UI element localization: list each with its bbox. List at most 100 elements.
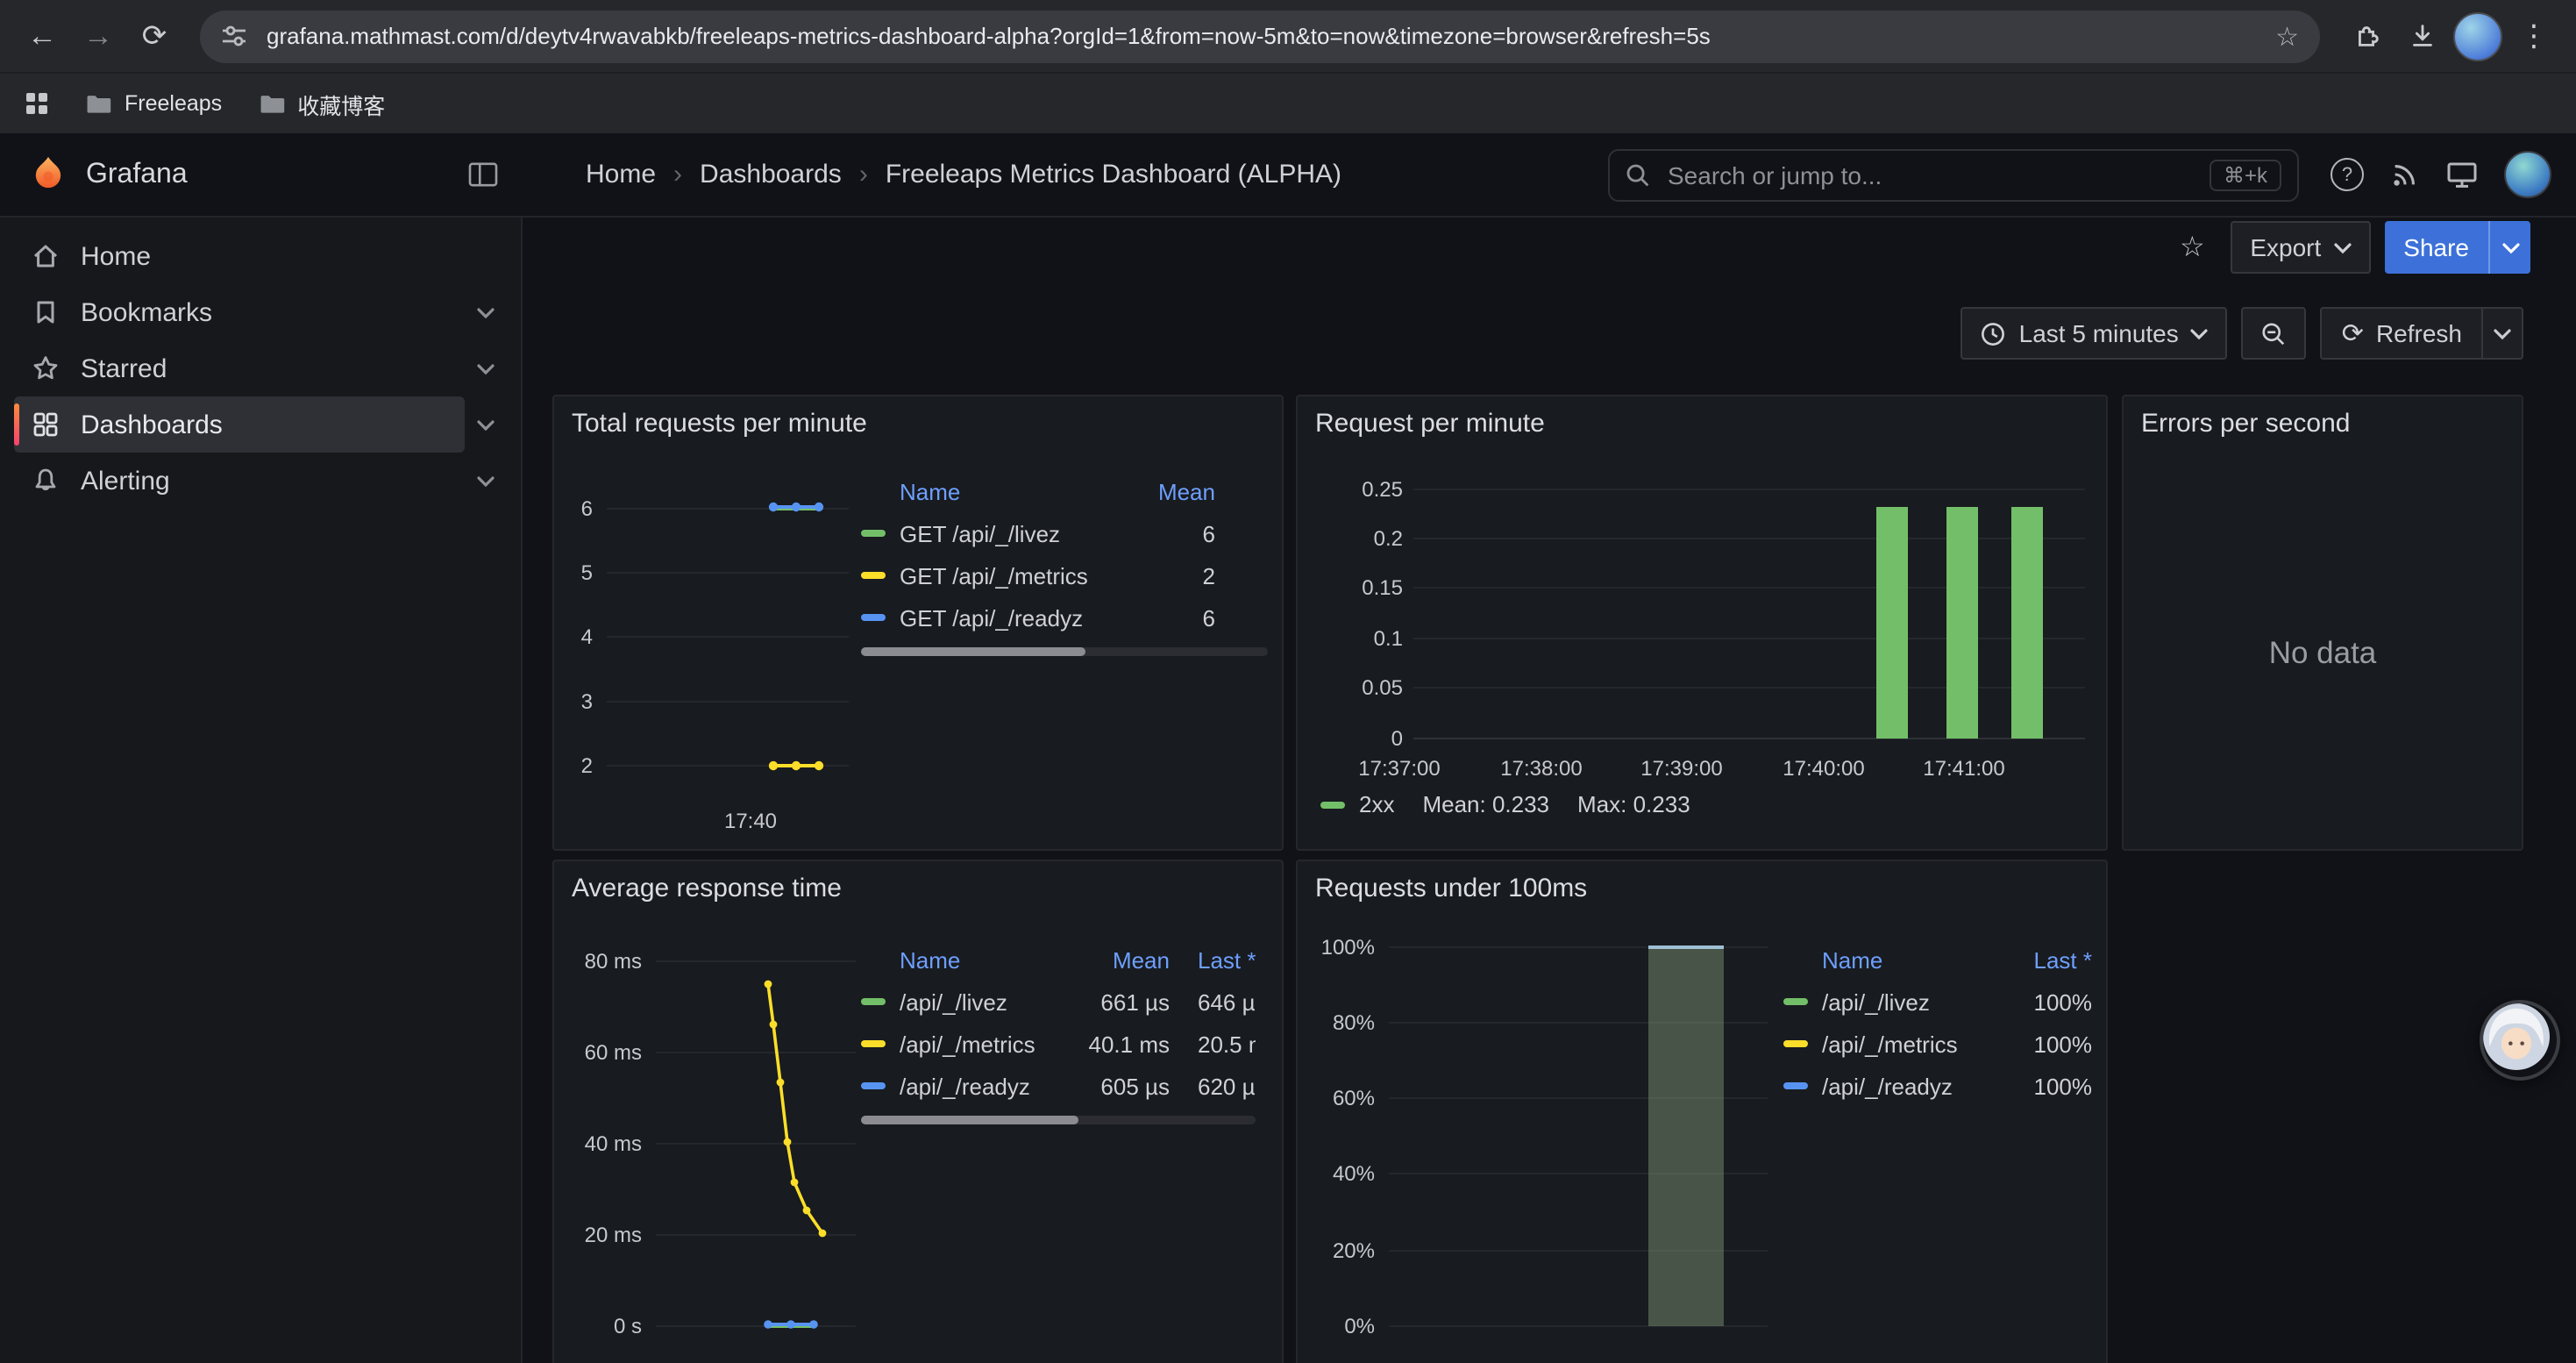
time-controls: Last 5 minutes ⟳ Refresh [1961,307,2523,360]
legend-header-name[interactable]: Name [900,946,1068,973]
legend-header-name[interactable]: Name [900,478,1110,504]
refresh-button[interactable]: ⟳ Refresh [2321,307,2481,360]
svg-text:60 ms: 60 ms [585,1041,642,1065]
refresh-interval-button[interactable] [2481,307,2523,360]
scrollbar-thumb[interactable] [861,647,1085,656]
zoom-out-button[interactable] [2242,307,2307,360]
legend-row[interactable]: GET /api/_/livez 6 [861,512,1215,554]
reload-icon[interactable]: ⟳ [130,11,179,61]
bookmark-star-icon[interactable]: ☆ [2275,20,2299,52]
user-avatar[interactable] [2504,151,2551,198]
breadcrumb-dashboards[interactable]: Dashboards [700,160,842,189]
sidebar-item-label: Bookmarks [81,297,212,327]
back-icon[interactable]: ← [18,11,67,61]
legend-row[interactable]: /api/_/readyz 605 µs 620 µs [861,1065,1256,1107]
sidebar-item-bookmarks[interactable]: Bookmarks [14,284,465,340]
apps-grid-icon[interactable] [25,91,49,116]
time-range-picker[interactable]: Last 5 minutes [1961,307,2228,360]
chevron-down-icon[interactable] [465,347,507,389]
sidebar-row: Bookmarks [14,284,507,340]
bookmark-item-blog[interactable]: 收藏博客 [257,87,385,120]
series-label[interactable]: 2xx [1359,791,1394,817]
panel-request-per-minute[interactable]: Request per minute 0.25 0.2 0.15 0.1 0.0… [1296,395,2108,851]
legend-row[interactable]: /api/_/readyz 100% [1783,1065,2092,1107]
bookmark-icon [32,298,60,326]
panel-requests-under-100ms[interactable]: Requests under 100ms 100% 80% 60% 40% 20… [1296,860,2108,1363]
legend-scrollbar[interactable] [861,647,1268,656]
floating-assistant-avatar[interactable] [2480,1000,2560,1081]
sidebar-item-dashboards[interactable]: Dashboards [14,396,465,453]
brand-name: Grafana [86,159,188,190]
search-box[interactable]: ⌘+k [1608,148,2299,201]
panel-avg-response-time[interactable]: Average response time 80 ms 60 ms 40 ms … [552,860,1284,1363]
url-bar[interactable]: ☆ [200,10,2320,62]
browser-menu-icon[interactable]: ⋮ [2509,11,2558,61]
chevron-down-icon [2333,241,2351,253]
monitor-icon[interactable] [2446,161,2478,189]
share-menu-button[interactable] [2488,221,2530,274]
folder-icon [84,91,112,116]
legend-header-last[interactable]: Last * [2004,946,2092,973]
forward-icon[interactable]: → [74,11,123,61]
svg-text:80%: 80% [1333,1011,1375,1035]
chevron-down-icon[interactable] [465,403,507,446]
bookmark-label: Freeleaps [125,91,222,116]
browser-profile-avatar[interactable] [2453,11,2502,61]
legend-row[interactable]: /api/_/livez 100% [1783,981,2092,1023]
help-icon[interactable]: ? [2330,158,2364,191]
sidebar-toggle-icon[interactable] [468,161,498,188]
scrollbar-thumb[interactable] [861,1116,1078,1124]
legend-row[interactable]: /api/_/livez 661 µs 646 µs [861,981,1256,1023]
legend-header-mean[interactable]: Mean [1068,946,1170,973]
panel-total-requests[interactable]: Total requests per minute 6 5 4 3 2 17:4… [552,395,1284,851]
chevron-down-icon [2501,241,2519,253]
sidebar-item-home[interactable]: Home [14,228,507,284]
panel-errors-per-second[interactable]: Errors per second No data [2122,395,2523,851]
sidebar-item-starred[interactable]: Starred [14,340,465,396]
time-range-label: Last 5 minutes [2019,319,2179,347]
bell-icon [32,467,60,495]
dashboard-main: ☆ Export Share Last 5 minutes [523,218,2576,1363]
search-shortcut: ⌘+k [2210,159,2281,190]
svg-text:17:37:00: 17:37:00 [1358,757,1440,781]
topbar-icons: ? [2313,151,2576,198]
series-color-green [1783,998,1808,1005]
share-button[interactable]: Share [2384,221,2488,274]
svg-text:0.1: 0.1 [1374,627,1403,651]
chevron-down-icon [2494,327,2511,339]
legend-row[interactable]: /api/_/metrics 40.1 ms 20.5 ms [861,1023,1256,1065]
legend-header-mean[interactable]: Mean [1110,478,1215,504]
legend: Name Last * /api/_/livez 100% /api/_/met… [1783,938,2092,1107]
site-info-icon[interactable] [221,23,247,49]
chevron-down-icon[interactable] [465,460,507,502]
svg-text:0%: 0% [1344,1315,1375,1338]
bar-chart: 100% 80% 60% 40% 20% 0% 17:40 [1298,861,2108,1363]
legend-header-last[interactable]: Last * [1170,946,1256,973]
legend-row[interactable]: /api/_/metrics 100% [1783,1023,2092,1065]
legend-header-name[interactable]: Name [1822,946,2004,973]
legend-scrollbar[interactable] [861,1116,1256,1124]
extensions-icon[interactable] [2341,11,2390,61]
download-icon[interactable] [2397,11,2446,61]
breadcrumb-home[interactable]: Home [586,160,656,189]
news-rss-icon[interactable] [2390,160,2420,189]
favorite-star-icon[interactable]: ☆ [2167,221,2217,274]
bar-chart: 0.25 0.2 0.15 0.1 0.05 0 17:37:00 17:38:… [1298,396,2108,851]
sidebar-item-alerting[interactable]: Alerting [14,453,465,509]
search-input[interactable] [1664,159,2195,190]
export-button[interactable]: Export [2231,221,2370,274]
bookmark-item-freeleaps[interactable]: Freeleaps [84,91,222,116]
series-color-blue [861,1082,886,1089]
series-color-yellow [861,1040,886,1047]
legend-header: Name Mean Last * [861,938,1256,981]
legend-row[interactable]: GET /api/_/metrics 2 [861,554,1215,596]
legend-row[interactable]: GET /api/_/readyz 6 [861,596,1215,639]
url-input[interactable] [263,21,2259,51]
grafana-logo-icon[interactable] [28,154,68,195]
legend: Name Mean Last * /api/_/livez 661 µs 646… [861,938,1256,1124]
max-stat: Max: 0.233 [1577,791,1690,817]
sidebar-row: Home [14,228,507,284]
chevron-down-icon[interactable] [465,291,507,333]
svg-text:17:39:00: 17:39:00 [1640,757,1722,781]
breadcrumb-current: Freeleaps Metrics Dashboard (ALPHA) [886,160,1341,189]
